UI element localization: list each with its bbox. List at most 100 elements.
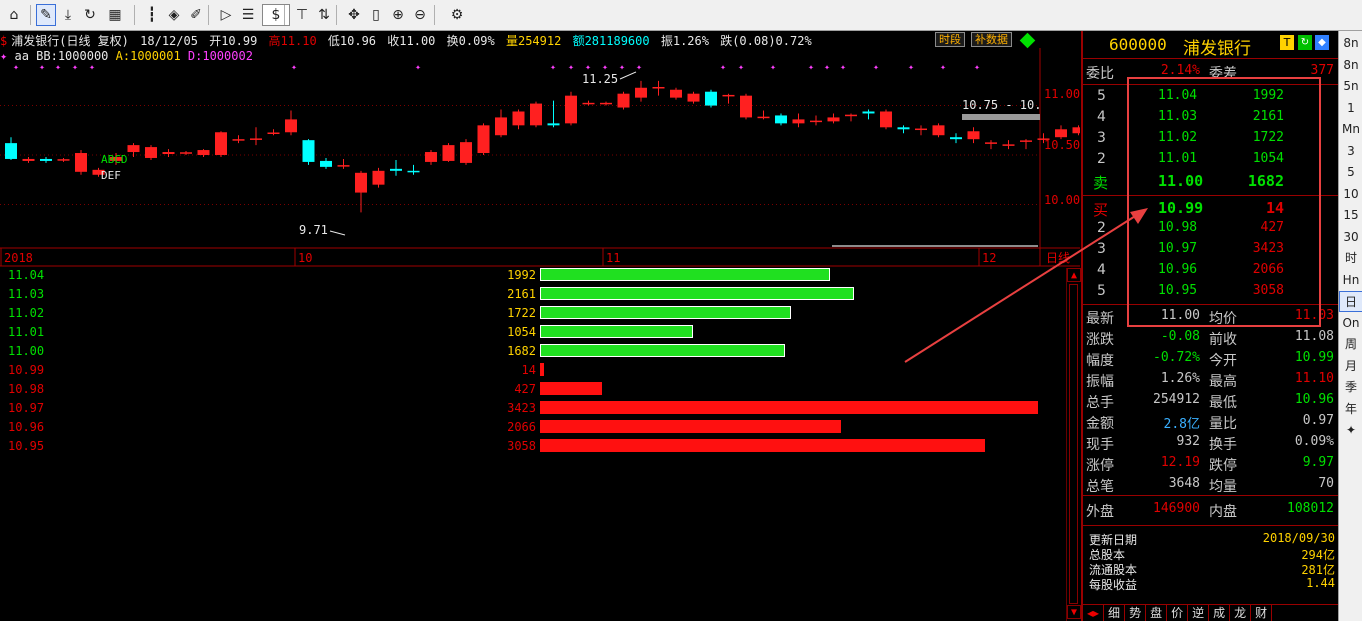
- period-sidebar: 8n 8n 5n 1 Mn 3 5 10 15 30 时 Hn 日 On 周月季年 ✦: [1338, 31, 1362, 621]
- depth-volume: 14: [521, 363, 536, 377]
- move-icon[interactable]: ✥: [344, 4, 364, 26]
- fundamental-value: 1.44: [1306, 576, 1335, 590]
- candle: [617, 91, 630, 110]
- stat-label: 跌停: [1209, 458, 1237, 474]
- stat-value: 932: [1176, 434, 1200, 449]
- period-button[interactable]: 时: [1339, 248, 1362, 269]
- period-button[interactable]: 10: [1339, 184, 1362, 205]
- bottom-tab[interactable]: 成: [1209, 605, 1231, 621]
- bottom-tab[interactable]: 价: [1167, 605, 1189, 621]
- bottom-tab[interactable]: 盘: [1146, 605, 1168, 621]
- quote-panel: 600000 浦发银行 T ↻ ◆ 委比 2.14% 委差 377 5 11.04…: [1081, 31, 1338, 621]
- dollar-icon: $: [0, 34, 8, 48]
- period-button[interactable]: 5: [1339, 162, 1362, 183]
- stat-label: 金额: [1086, 416, 1114, 432]
- refresh-icon[interactable]: ↻: [80, 4, 100, 26]
- signal-star: ✦: [55, 62, 61, 73]
- signal-star: ✦: [636, 62, 642, 73]
- weicha-label: 委差: [1209, 66, 1237, 82]
- open-price: 开10.99: [209, 34, 258, 48]
- vertical-scrollbar[interactable]: ▲ ▼: [1066, 268, 1081, 621]
- stat-label: 幅度: [1086, 353, 1114, 369]
- period-button[interactable]: 季: [1339, 377, 1362, 398]
- zoom-out-icon[interactable]: ⊖: [410, 4, 430, 26]
- period-button[interactable]: Mn: [1339, 119, 1362, 140]
- period-button[interactable]: 周: [1339, 334, 1362, 355]
- main-toolbar: ⌂ ✎ ⤓ ↻ ▦ ┇ ◈ ✐ ▷ ☰ $ ⊤ ⇅ ✥ ▯ ⊕ ⊖ ⚙: [0, 0, 1362, 31]
- change: 跌(0.08)0.72%: [720, 34, 812, 48]
- zoom-in-icon[interactable]: ⊕: [388, 4, 408, 26]
- depth-volume: 2066: [507, 420, 536, 434]
- depth-row: 11.04 1992: [0, 266, 1066, 285]
- bottom-tab[interactable]: 势: [1125, 605, 1147, 621]
- supplement-data-button[interactable]: 补数据: [971, 32, 1012, 47]
- stat-label: 前收: [1209, 332, 1237, 348]
- candlestick-icon[interactable]: ┇: [142, 4, 162, 26]
- period-button[interactable]: 月: [1339, 356, 1362, 377]
- bottom-tab[interactable]: 逆: [1188, 605, 1210, 621]
- timeshare-button[interactable]: 时段: [935, 32, 965, 47]
- period-button[interactable]: 8n: [1339, 33, 1362, 54]
- signal-star: ✦: [940, 62, 946, 73]
- candle: [1072, 125, 1080, 136]
- period-button[interactable]: 年: [1339, 399, 1362, 420]
- depth-price: 11.04: [8, 268, 45, 282]
- depth-price: 10.99: [8, 363, 45, 377]
- signal-star: ✦: [550, 62, 556, 73]
- stat-value: 0.97: [1302, 413, 1334, 428]
- depth-bar: [540, 344, 785, 357]
- stock-name-period: 浦发银行(日线 复权): [11, 34, 129, 48]
- t-badge[interactable]: T: [1280, 35, 1294, 50]
- play-icon[interactable]: ▷: [216, 4, 236, 26]
- period-button[interactable]: ✦: [1339, 420, 1362, 441]
- period-button[interactable]: 30: [1339, 227, 1362, 248]
- home-icon[interactable]: ⌂: [4, 4, 24, 26]
- scroll-up-arrow-icon[interactable]: ▲: [1067, 268, 1081, 282]
- bottom-tab[interactable]: 细: [1104, 605, 1126, 621]
- kline-chart[interactable]: ✦ ✦ ✦ ✦ ✦ ✦ ✦ ✦ ✦ ✦ ✦ ✦ ✦ ✦ ✦ ✦ ✦ ✦ ✦ ✦ ✦ ✦ ✦11.0010.5010.0020…: [0, 48, 1080, 268]
- report-icon[interactable]: ☰: [238, 4, 258, 26]
- candle: [880, 109, 892, 130]
- stat-value: 254912: [1153, 392, 1200, 407]
- filter-icon[interactable]: ⊤: [292, 4, 312, 26]
- period-button[interactable]: 5n: [1339, 76, 1362, 97]
- bottom-tab[interactable]: 财: [1251, 605, 1273, 621]
- diamond-signal-icon[interactable]: ◈: [164, 4, 184, 26]
- diamond-badge-icon[interactable]: ◆: [1315, 35, 1329, 50]
- stat-value: 12.19: [1160, 455, 1200, 470]
- quote-stat-row: 幅度 -0.72% 今开 10.99: [1083, 349, 1338, 370]
- scroll-track[interactable]: [1069, 284, 1078, 604]
- dollar-icon[interactable]: $: [262, 4, 290, 26]
- period-button[interactable]: 15: [1339, 205, 1362, 226]
- sell-label: 卖: [1093, 174, 1109, 192]
- grid-layout-icon[interactable]: ▦: [102, 4, 128, 26]
- period-button[interactable]: Hn: [1339, 270, 1362, 291]
- tab-prev-arrow-icon[interactable]: ◂▸: [1083, 605, 1105, 621]
- draw-pen-icon[interactable]: ✎: [36, 4, 56, 26]
- bid-price: 10.95: [1158, 283, 1198, 298]
- volume: 量254912: [505, 34, 562, 48]
- kline-info-line: $ 浦发银行(日线 复权) 18/12/05 开10.99 高11.10 低10.…: [0, 32, 1080, 48]
- depth-bar: [540, 268, 830, 281]
- download-icon[interactable]: ⤓: [58, 4, 78, 26]
- signal-star: ✦: [291, 62, 297, 73]
- ask-price: 11.00: [1158, 172, 1204, 190]
- signal-star: ✦: [908, 62, 914, 73]
- refresh-badge-icon[interactable]: ↻: [1298, 35, 1312, 50]
- candle: [862, 109, 875, 120]
- stock-code: 600000: [1109, 35, 1167, 54]
- candle: [127, 143, 140, 157]
- candle: [897, 125, 910, 134]
- period-button[interactable]: 日: [1339, 291, 1362, 312]
- column-icon[interactable]: ▯: [366, 4, 386, 26]
- bottom-tab[interactable]: 龙: [1230, 605, 1252, 621]
- period-button[interactable]: On: [1339, 313, 1362, 334]
- period-button[interactable]: 3: [1339, 141, 1362, 162]
- edit-icon[interactable]: ✐: [186, 4, 206, 26]
- signal-star: ✦: [13, 62, 19, 73]
- sort-icon[interactable]: ⇅: [314, 4, 334, 26]
- period-button[interactable]: 8n: [1339, 55, 1362, 76]
- period-button[interactable]: 1: [1339, 98, 1362, 119]
- settings-icon[interactable]: ⚙: [442, 4, 472, 26]
- scroll-down-arrow-icon[interactable]: ▼: [1067, 605, 1081, 619]
